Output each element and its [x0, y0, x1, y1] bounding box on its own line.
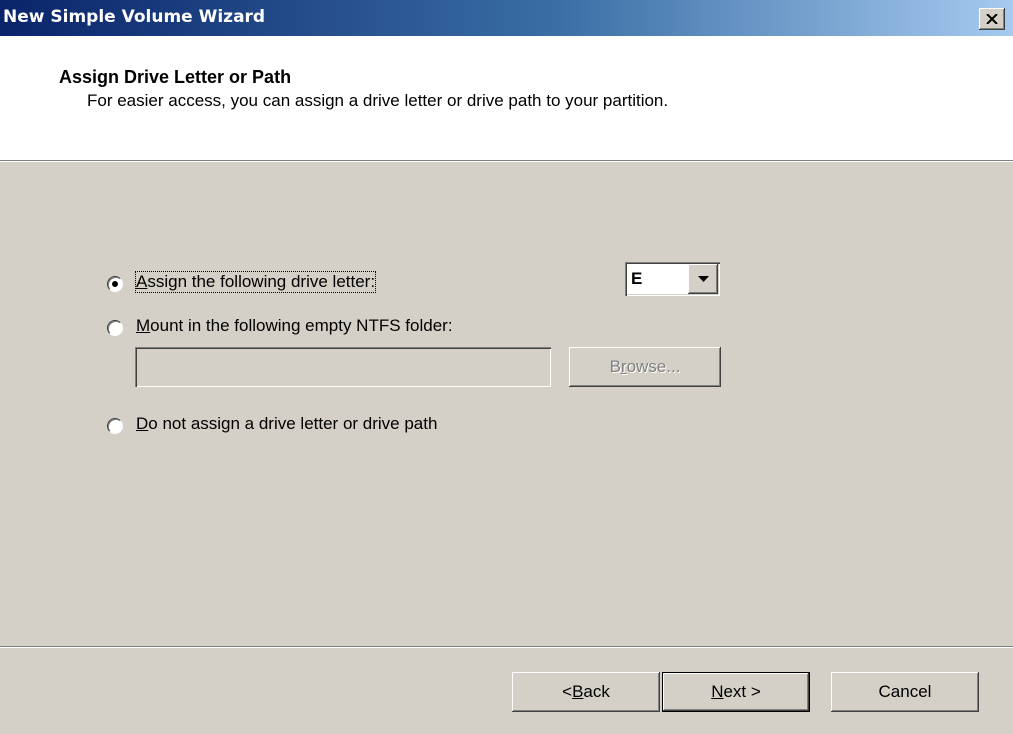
btn-text: ack	[583, 682, 610, 701]
label-text: o not assign a drive letter or drive pat…	[148, 414, 438, 433]
btn-text: <	[562, 682, 573, 701]
next-button[interactable]: Next >	[662, 672, 810, 712]
btn-text: B	[609, 357, 621, 376]
page-title: Assign Drive Letter or Path	[59, 67, 292, 87]
back-button[interactable]: < Back	[512, 672, 660, 712]
close-button[interactable]	[979, 8, 1005, 30]
title-bar[interactable]: New Simple Volume Wizard	[0, 0, 1013, 36]
assign-letter-label[interactable]: Assign the following drive letter:	[134, 271, 377, 293]
mount-folder-label[interactable]: Mount in the following empty NTFS folder…	[136, 316, 453, 336]
browse-button[interactable]: Br owse...	[569, 347, 721, 387]
assign-letter-radio[interactable]	[107, 276, 123, 292]
drive-letter-dropdown-button[interactable]	[688, 264, 718, 294]
header-divider	[0, 160, 1013, 162]
drive-letter-select[interactable]: E	[625, 262, 720, 296]
wizard-header: Assign Drive Letter or Path For easier a…	[0, 36, 1013, 160]
access-key: A	[136, 272, 148, 291]
close-icon	[986, 14, 998, 24]
access-key: M	[136, 316, 151, 335]
no-assign-label[interactable]: Do not assign a drive letter or drive pa…	[136, 414, 437, 434]
access-key: N	[711, 682, 724, 701]
page-subtitle: For easier access, you can assign a driv…	[87, 91, 669, 110]
chevron-down-icon	[697, 276, 709, 282]
folder-path-input[interactable]	[135, 347, 551, 387]
mount-folder-radio[interactable]	[107, 320, 123, 336]
window-title: New Simple Volume Wizard	[3, 7, 266, 27]
wizard-window: New Simple Volume Wizard Assign Drive Le…	[0, 0, 1013, 734]
label-text: ssign the following drive letter:	[147, 272, 376, 291]
no-assign-radio[interactable]	[107, 418, 123, 434]
btn-text: owse...	[626, 357, 681, 376]
access-key: B	[572, 682, 584, 701]
access-key: D	[136, 414, 149, 433]
footer-divider	[0, 646, 1013, 648]
drive-letter-value: E	[631, 269, 643, 288]
btn-text: ext >	[723, 682, 761, 701]
cancel-button[interactable]: Cancel	[831, 672, 979, 712]
label-text: ount in the following empty NTFS folder:	[150, 316, 453, 335]
